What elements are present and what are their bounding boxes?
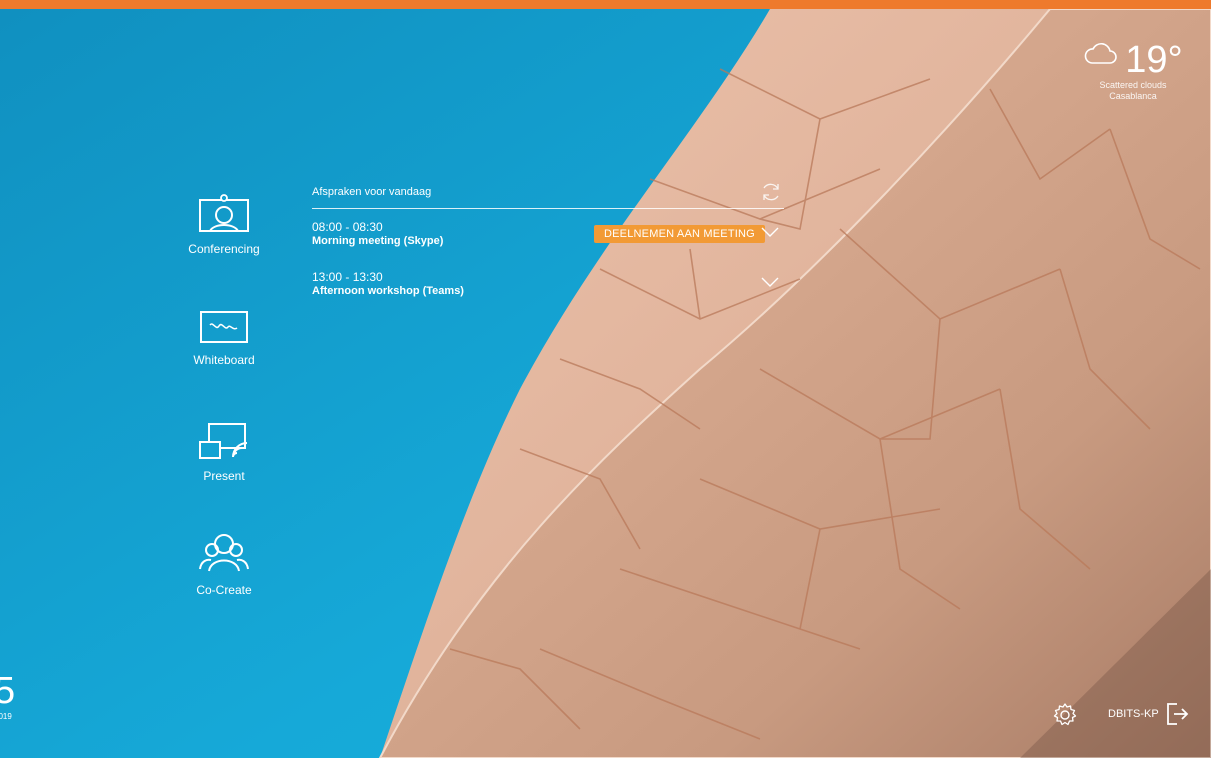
background-wallpaper xyxy=(0,9,1211,758)
chevron-down-icon[interactable] xyxy=(760,226,780,238)
refresh-icon[interactable] xyxy=(760,181,782,203)
chevron-down-icon[interactable] xyxy=(760,276,780,288)
weather-description: Scattered clouds xyxy=(1099,80,1167,90)
people-group-icon xyxy=(199,534,249,572)
agenda-item-time: 13:00 - 13:30 xyxy=(312,270,383,284)
agenda-title: Afspraken voor vandaag xyxy=(312,186,432,198)
weather-widget: 19° Scattered clouds Casablanca xyxy=(1083,40,1183,102)
agenda-panel: Afspraken voor vandaag 08:00 - 08:30 Mor… xyxy=(312,180,784,320)
username: DBITS-KP xyxy=(1108,708,1159,720)
logout-icon[interactable] xyxy=(1165,701,1189,727)
clock-widget: 5 2019 xyxy=(0,672,15,721)
join-meeting-button[interactable]: DEELNEMEN AAN MEETING xyxy=(594,225,765,243)
clock-time: 5 xyxy=(0,670,16,712)
tile-co-create[interactable]: Co-Create xyxy=(154,531,294,597)
cloud-icon xyxy=(1084,43,1118,64)
camera-conference-icon xyxy=(199,194,249,232)
tile-label: Whiteboard xyxy=(193,353,255,367)
tile-label: Co-Create xyxy=(196,583,252,597)
agenda-header: Afspraken voor vandaag xyxy=(312,180,784,209)
gear-icon[interactable] xyxy=(1052,702,1078,728)
clock-date: 2019 xyxy=(0,712,12,721)
tile-conferencing[interactable]: Conferencing xyxy=(154,194,294,256)
user-logout[interactable]: DBITS-KP xyxy=(1108,701,1189,727)
tile-whiteboard[interactable]: Whiteboard xyxy=(154,309,294,367)
agenda-item[interactable]: 13:00 - 13:30 Afternoon workshop (Teams) xyxy=(312,270,784,320)
tile-label: Present xyxy=(203,469,245,483)
tile-label: Conferencing xyxy=(188,242,260,256)
agenda-item[interactable]: 08:00 - 08:30 Morning meeting (Skype) DE… xyxy=(312,220,784,270)
agenda-item-name: Afternoon workshop (Teams) xyxy=(312,285,464,297)
weather-temperature: 19° xyxy=(1125,39,1183,81)
screen-cast-icon xyxy=(199,423,248,459)
weather-city: Casablanca xyxy=(1109,91,1157,101)
tile-present[interactable]: Present xyxy=(154,421,294,483)
top-accent-bar xyxy=(0,0,1211,9)
whiteboard-icon xyxy=(200,311,248,343)
